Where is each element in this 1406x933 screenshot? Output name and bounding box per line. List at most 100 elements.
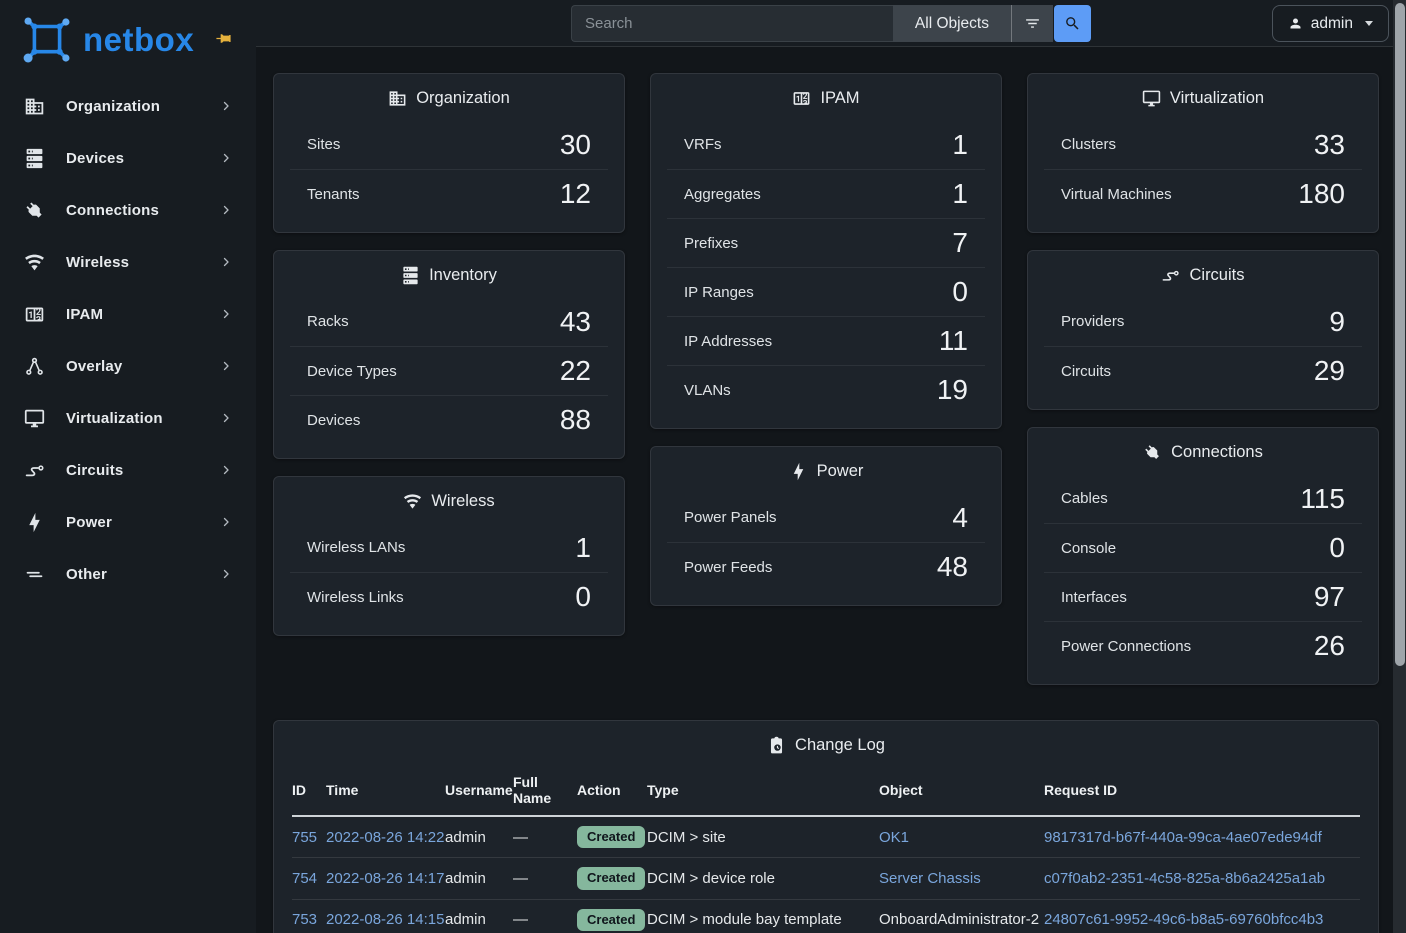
stat-value: 0 [575, 581, 591, 613]
virtualization-card: Virtualization Clusters 33 Virtual Machi… [1027, 73, 1379, 233]
stat-row: Racks 43 [290, 297, 608, 346]
chevron-right-icon [220, 412, 232, 424]
change-id-link[interactable]: 754 [292, 870, 317, 887]
change-id-link[interactable]: 753 [292, 911, 317, 928]
user-menu-button[interactable]: admin [1272, 5, 1389, 42]
card-title-text: Connections [1171, 443, 1263, 462]
change-time-link[interactable]: 2022-08-26 14:15 [326, 911, 444, 928]
changelog-row: 753 2022-08-26 14:15 admin — Created DCI… [292, 899, 1360, 933]
filter-icon [1024, 15, 1041, 32]
card-title-text: Power [817, 462, 864, 481]
sidebar-pin-button[interactable] [215, 30, 232, 47]
changelog-title: Change Log [274, 721, 1378, 767]
sidebar-item-overlay[interactable]: Overlay [0, 340, 256, 392]
global-search: All Objects [571, 5, 1091, 42]
card-title: Wireless [274, 477, 624, 523]
brand-wordmark: netbox [83, 21, 194, 59]
stat-row: Wireless LANs 1 [290, 523, 608, 572]
sidebar-item-organization[interactable]: Organization [0, 80, 256, 132]
server-icon [401, 266, 420, 285]
change-type: DCIM > site [647, 829, 726, 846]
column-header-type: Type [647, 769, 879, 816]
column-header-id: ID [292, 769, 326, 816]
change-object-link[interactable]: OK1 [879, 829, 909, 846]
transit-icon [1161, 266, 1180, 285]
action-badge: Created [577, 867, 645, 889]
sidebar-item-circuits[interactable]: Circuits [0, 444, 256, 496]
request-id-link[interactable]: c07f0ab2-2351-4c58-825a-8b6a2425a1ab [1044, 870, 1325, 887]
change-object-link[interactable]: Server Chassis [879, 870, 981, 887]
stat-value: 1 [952, 178, 968, 210]
stats-grid: Organization Sites 30 Tenants 12 [273, 73, 1389, 685]
card-title: Power [651, 447, 1001, 493]
sidebar-item-virtualization[interactable]: Virtualization [0, 392, 256, 444]
sidebar-item-power[interactable]: Power [0, 496, 256, 548]
change-object: OnboardAdministrator-2 [879, 911, 1039, 928]
lightning-icon [789, 462, 808, 481]
stat-label: Power Connections [1061, 638, 1191, 655]
stat-value: 180 [1298, 178, 1345, 210]
stat-row: Tenants 12 [290, 169, 608, 218]
chevron-right-icon [220, 360, 232, 372]
search-input[interactable] [571, 5, 893, 42]
sidebar-item-wireless[interactable]: Wireless [0, 236, 256, 288]
cable-icon [1139, 439, 1166, 466]
stat-value: 97 [1314, 581, 1345, 613]
stat-label: IP Ranges [684, 284, 754, 301]
change-username: admin [445, 911, 486, 928]
search-icon [1064, 15, 1081, 32]
scrollbar-thumb[interactable] [1395, 3, 1405, 666]
sidebar-item-ipam[interactable]: IPAM [0, 288, 256, 340]
card-title: Circuits [1028, 251, 1378, 297]
stat-value: 12 [560, 178, 591, 210]
user-icon [1288, 16, 1303, 31]
netbox-logo-icon [20, 16, 74, 64]
stat-label: Power Feeds [684, 559, 772, 576]
building-icon [388, 89, 407, 108]
card-title-text: Circuits [1189, 266, 1244, 285]
stat-row: VRFs 1 [667, 120, 985, 169]
scrollbar-track[interactable] [1393, 0, 1406, 933]
change-username: admin [445, 829, 486, 846]
main-content: Organization Sites 30 Tenants 12 [256, 47, 1406, 933]
stat-label: Aggregates [684, 186, 761, 203]
netbox-dashboard: netbox Organization Devices Connections [0, 0, 1406, 933]
changelog-row: 755 2022-08-26 14:22 admin — Created DCI… [292, 816, 1360, 858]
request-id-link[interactable]: 24807c61-9952-49c6-b8a5-69760bfcc4b3 [1044, 911, 1323, 928]
filter-button[interactable] [1011, 5, 1053, 42]
search-button[interactable] [1054, 5, 1091, 42]
card-title-text: Change Log [795, 736, 885, 755]
sidebar-item-label: Other [66, 566, 107, 583]
table-header-row: ID Time Username Full Name Action Type O… [292, 769, 1360, 816]
stat-value: 0 [952, 276, 968, 308]
sidebar-item-label: Virtualization [66, 410, 163, 427]
change-username: admin [445, 870, 486, 887]
stat-row: Power Feeds 48 [667, 542, 985, 591]
stat-value: 7 [952, 227, 968, 259]
inventory-card: Inventory Racks 43 Device Types 22 [273, 250, 625, 459]
wifi-icon [403, 492, 422, 511]
wireless-card: Wireless Wireless LANs 1 Wireless Links … [273, 476, 625, 636]
change-time-link[interactable]: 2022-08-26 14:22 [326, 829, 444, 846]
stat-label: Circuits [1061, 363, 1111, 380]
column-header-username: Username [445, 769, 513, 816]
stat-row: Circuits 29 [1044, 346, 1362, 395]
change-time-link[interactable]: 2022-08-26 14:17 [326, 870, 444, 887]
search-scope-button[interactable]: All Objects [893, 5, 1011, 42]
change-id-link[interactable]: 755 [292, 829, 317, 846]
change-type: DCIM > device role [647, 870, 775, 887]
graph-icon [24, 356, 45, 377]
circuits-card: Circuits Providers 9 Circuits 29 [1027, 250, 1379, 410]
wifi-icon [24, 252, 45, 273]
stat-row: Power Panels 4 [667, 493, 985, 542]
card-title-text: Virtualization [1170, 89, 1264, 108]
user-name: admin [1311, 15, 1353, 33]
request-id-link[interactable]: 9817317d-b67f-440a-99ca-4ae07ede94df [1044, 829, 1322, 846]
power-card: Power Power Panels 4 Power Feeds 48 [650, 446, 1002, 606]
stat-value: 11 [939, 325, 968, 357]
lightning-icon [24, 512, 45, 533]
sidebar-item-devices[interactable]: Devices [0, 132, 256, 184]
sidebar-item-other[interactable]: Other [0, 548, 256, 600]
action-badge: Created [577, 909, 645, 931]
sidebar-item-connections[interactable]: Connections [0, 184, 256, 236]
